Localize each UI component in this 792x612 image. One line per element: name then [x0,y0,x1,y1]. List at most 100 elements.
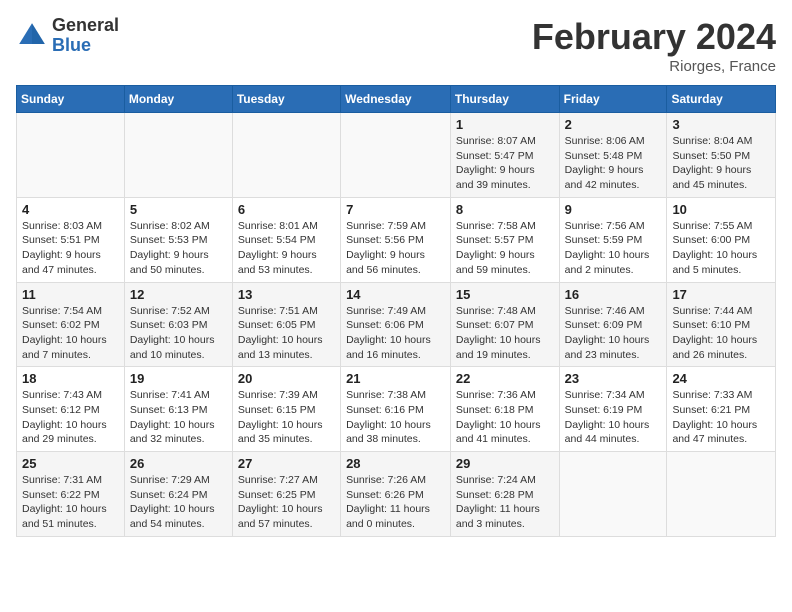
header-thursday: Thursday [450,86,559,113]
calendar-cell: 2 Sunrise: 8:06 AMSunset: 5:48 PMDaylight… [559,113,667,198]
day-info: Sunrise: 7:39 AMSunset: 6:15 PMDaylight:… [238,388,335,447]
day-number: 14 [346,287,445,302]
calendar-cell: 22Sunrise: 7:36 AMSunset: 6:18 PMDayligh… [450,367,559,452]
calendar-cell: 19 Sunrise: 7:41 AMSunset: 6:13 PMDayligh… [124,367,232,452]
day-info: Sunrise: 8:04 AMSunset: 5:50 PMDaylight:… [672,134,770,193]
day-info: Sunrise: 8:02 AMSunset: 5:53 PMDaylight:… [130,219,227,278]
week-row-1: 1 Sunrise: 8:07 AMSunset: 5:47 PMDaylight… [17,113,776,198]
location: Riorges, France [532,58,776,75]
day-info: Sunrise: 7:58 AMSunset: 5:57 PMDaylight:… [456,219,554,278]
day-number: 20 [238,371,335,386]
header-monday: Monday [124,86,232,113]
logo-general: General [52,16,119,36]
day-number: 16 [565,287,662,302]
calendar-cell: 13 Sunrise: 7:51 AMSunset: 6:05 PMDayligh… [232,282,340,367]
day-number: 8 [456,202,554,217]
day-number: 9 [565,202,662,217]
calendar-cell [341,113,451,198]
week-row-2: 4Sunrise: 8:03 AMSunset: 5:51 PMDaylight… [17,197,776,282]
calendar-cell: 17 Sunrise: 7:44 AMSunset: 6:10 PMDayligh… [667,282,776,367]
day-number: 7 [346,202,445,217]
day-info: Sunrise: 7:38 AMSunset: 6:16 PMDaylight:… [346,388,445,447]
calendar-cell: 6Sunrise: 8:01 AMSunset: 5:54 PMDaylight… [232,197,340,282]
calendar-cell: 24 Sunrise: 7:33 AMSunset: 6:21 PMDayligh… [667,367,776,452]
calendar-cell: 26 Sunrise: 7:29 AMSunset: 6:24 PMDayligh… [124,452,232,537]
day-number: 21 [346,371,445,386]
calendar-cell: 16 Sunrise: 7:46 AMSunset: 6:09 PMDayligh… [559,282,667,367]
week-row-3: 11 Sunrise: 7:54 AMSunset: 6:02 PMDayligh… [17,282,776,367]
calendar-header-row: SundayMondayTuesdayWednesdayThursdayFrid… [17,86,776,113]
day-info: Sunrise: 7:33 AMSunset: 6:21 PMDaylight:… [672,388,770,447]
day-number: 13 [238,287,335,302]
day-number: 27 [238,456,335,471]
day-info: Sunrise: 7:27 AMSunset: 6:25 PMDaylight:… [238,473,335,532]
day-info: Sunrise: 7:44 AMSunset: 6:10 PMDaylight:… [672,304,770,363]
day-number: 25 [22,456,119,471]
day-number: 3 [672,117,770,132]
day-number: 19 [130,371,227,386]
day-info: Sunrise: 7:51 AMSunset: 6:05 PMDaylight:… [238,304,335,363]
day-info: Sunrise: 7:29 AMSunset: 6:24 PMDaylight:… [130,473,227,532]
day-info: Sunrise: 7:36 AMSunset: 6:18 PMDaylight:… [456,388,554,447]
week-row-5: 25 Sunrise: 7:31 AMSunset: 6:22 PMDayligh… [17,452,776,537]
header-sunday: Sunday [17,86,125,113]
calendar-cell [17,113,125,198]
day-info: Sunrise: 7:55 AMSunset: 6:00 PMDaylight:… [672,219,770,278]
calendar-cell: 3 Sunrise: 8:04 AMSunset: 5:50 PMDaylight… [667,113,776,198]
day-info: Sunrise: 7:54 AMSunset: 6:02 PMDaylight:… [22,304,119,363]
day-info: Sunrise: 7:26 AMSunset: 6:26 PMDaylight:… [346,473,445,532]
day-number: 2 [565,117,662,132]
day-number: 26 [130,456,227,471]
day-info: Sunrise: 8:06 AMSunset: 5:48 PMDaylight:… [565,134,662,193]
header-friday: Friday [559,86,667,113]
calendar-cell: 15 Sunrise: 7:48 AMSunset: 6:07 PMDayligh… [450,282,559,367]
day-info: Sunrise: 7:24 AMSunset: 6:28 PMDaylight:… [456,473,554,532]
calendar-cell: 27 Sunrise: 7:27 AMSunset: 6:25 PMDayligh… [232,452,340,537]
day-info: Sunrise: 7:48 AMSunset: 6:07 PMDaylight:… [456,304,554,363]
calendar-cell [559,452,667,537]
calendar-cell: 1 Sunrise: 8:07 AMSunset: 5:47 PMDaylight… [450,113,559,198]
day-info: Sunrise: 7:46 AMSunset: 6:09 PMDaylight:… [565,304,662,363]
day-info: Sunrise: 8:03 AMSunset: 5:51 PMDaylight:… [22,219,119,278]
day-number: 11 [22,287,119,302]
calendar-cell: 9 Sunrise: 7:56 AMSunset: 5:59 PMDaylight… [559,197,667,282]
calendar-table: SundayMondayTuesdayWednesdayThursdayFrid… [16,85,776,537]
day-number: 12 [130,287,227,302]
calendar-cell: 23 Sunrise: 7:34 AMSunset: 6:19 PMDayligh… [559,367,667,452]
day-info: Sunrise: 7:31 AMSunset: 6:22 PMDaylight:… [22,473,119,532]
day-number: 24 [672,371,770,386]
logo: General Blue [16,16,119,56]
day-info: Sunrise: 7:43 AMSunset: 6:12 PMDaylight:… [22,388,119,447]
calendar-cell: 12 Sunrise: 7:52 AMSunset: 6:03 PMDayligh… [124,282,232,367]
logo-icon [16,20,48,52]
day-number: 17 [672,287,770,302]
day-info: Sunrise: 8:07 AMSunset: 5:47 PMDaylight:… [456,134,554,193]
month-title: February 2024 [532,16,776,58]
header-tuesday: Tuesday [232,86,340,113]
day-number: 18 [22,371,119,386]
day-number: 1 [456,117,554,132]
calendar-cell [667,452,776,537]
calendar-cell: 10Sunrise: 7:55 AMSunset: 6:00 PMDayligh… [667,197,776,282]
day-number: 23 [565,371,662,386]
calendar-cell: 11 Sunrise: 7:54 AMSunset: 6:02 PMDayligh… [17,282,125,367]
day-info: Sunrise: 7:34 AMSunset: 6:19 PMDaylight:… [565,388,662,447]
day-info: Sunrise: 7:52 AMSunset: 6:03 PMDaylight:… [130,304,227,363]
calendar-cell: 14Sunrise: 7:49 AMSunset: 6:06 PMDayligh… [341,282,451,367]
calendar-cell: 20 Sunrise: 7:39 AMSunset: 6:15 PMDayligh… [232,367,340,452]
calendar-cell: 4Sunrise: 8:03 AMSunset: 5:51 PMDaylight… [17,197,125,282]
day-info: Sunrise: 8:01 AMSunset: 5:54 PMDaylight:… [238,219,335,278]
day-number: 28 [346,456,445,471]
day-info: Sunrise: 7:41 AMSunset: 6:13 PMDaylight:… [130,388,227,447]
day-info: Sunrise: 7:56 AMSunset: 5:59 PMDaylight:… [565,219,662,278]
calendar-cell: 25 Sunrise: 7:31 AMSunset: 6:22 PMDayligh… [17,452,125,537]
header-saturday: Saturday [667,86,776,113]
day-number: 15 [456,287,554,302]
calendar-cell: 5 Sunrise: 8:02 AMSunset: 5:53 PMDaylight… [124,197,232,282]
calendar-cell: 21 Sunrise: 7:38 AMSunset: 6:16 PMDayligh… [341,367,451,452]
day-info: Sunrise: 7:59 AMSunset: 5:56 PMDaylight:… [346,219,445,278]
calendar-cell: 7 Sunrise: 7:59 AMSunset: 5:56 PMDaylight… [341,197,451,282]
week-row-4: 18 Sunrise: 7:43 AMSunset: 6:12 PMDayligh… [17,367,776,452]
day-number: 5 [130,202,227,217]
calendar-cell: 29Sunrise: 7:24 AMSunset: 6:28 PMDayligh… [450,452,559,537]
